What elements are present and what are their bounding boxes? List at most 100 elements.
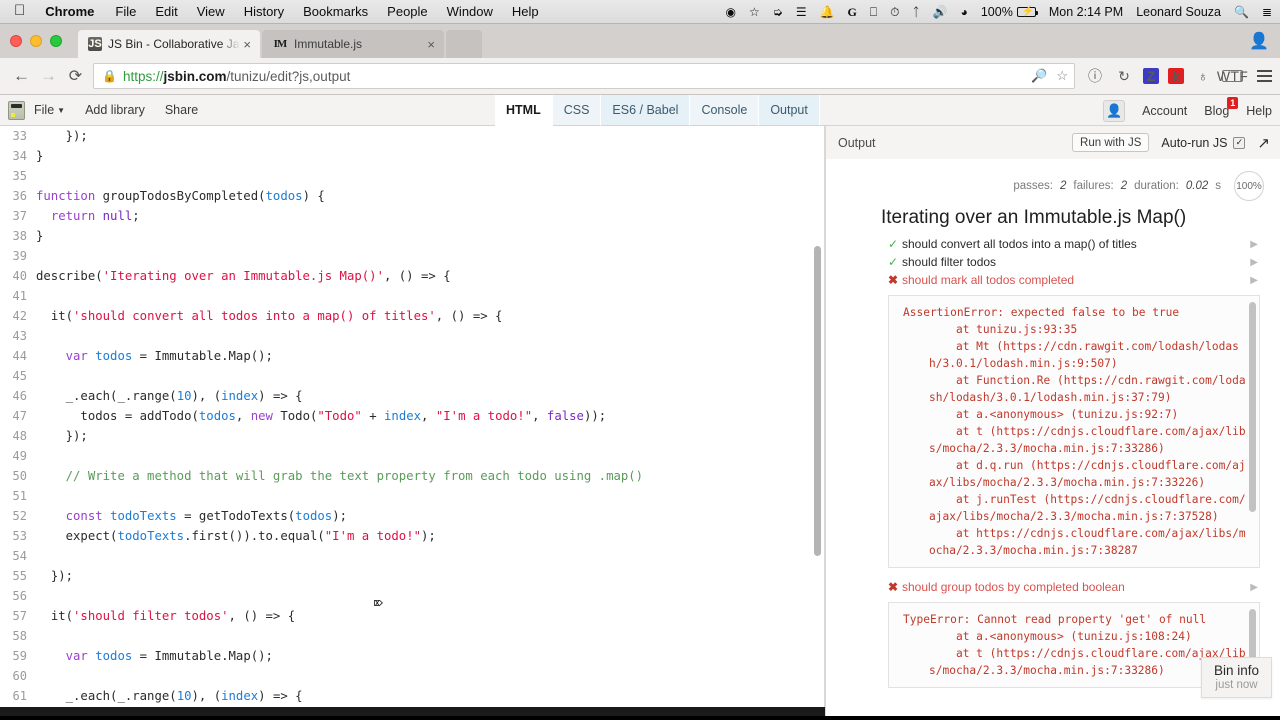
code-line[interactable]: 43 <box>0 326 825 346</box>
test-row[interactable]: ✖ should group todos by completed boolea… <box>826 578 1280 596</box>
send-icon[interactable]: ➭ <box>773 6 783 18</box>
file-menu[interactable]: File ▼ <box>34 103 65 117</box>
menu-item-chrome[interactable]: Chrome <box>45 4 94 19</box>
code-line[interactable]: 46 _.each(_.range(10), (index) => { <box>0 386 825 406</box>
info-extension-icon[interactable]: ⓘ <box>1085 66 1105 86</box>
code-line[interactable]: 59 var todos = Immutable.Map(); <box>0 646 825 666</box>
code-line[interactable]: 35 <box>0 166 825 186</box>
help-link[interactable]: Help <box>1246 104 1272 118</box>
menu-item-file[interactable]: File <box>115 4 136 19</box>
menu-item-people[interactable]: People <box>387 4 427 19</box>
battery-percent[interactable]: 100% <box>981 5 1013 19</box>
test-row[interactable]: ✓ should filter todos ▶ <box>826 253 1280 271</box>
refresh-extension-icon[interactable]: ↻ <box>1114 66 1134 86</box>
bin-info-popup[interactable]: Bin info just now <box>1200 657 1272 698</box>
code-line[interactable]: 56 <box>0 586 825 606</box>
code-line[interactable]: 48 }); <box>0 426 825 446</box>
menu-item-help[interactable]: Help <box>512 4 539 19</box>
code-line[interactable]: 49 <box>0 446 825 466</box>
timemachine-icon[interactable]: ⏱ <box>890 6 899 18</box>
code-line[interactable]: 51 <box>0 486 825 506</box>
bell-icon[interactable]: 🔔 <box>820 6 835 18</box>
code-line[interactable]: 52 const todoTexts = getTodoTexts(todos)… <box>0 506 825 526</box>
auto-run-checkbox[interactable]: ✓ <box>1233 136 1246 149</box>
zoom-out-icon[interactable]: 🔎 <box>1031 68 1047 84</box>
tab-css[interactable]: CSS <box>552 95 602 126</box>
expand-arrow-icon[interactable]: ↗ <box>1257 134 1270 152</box>
kickass-extension-icon[interactable]: k <box>1168 68 1184 84</box>
user-name[interactable]: Leonard Souza <box>1136 5 1221 19</box>
replay-icon[interactable]: ▶ <box>1250 239 1258 250</box>
address-bar[interactable]: 🔒 https:// jsbin.com /tunizu/edit?js,out… <box>93 63 1075 89</box>
tab-console[interactable]: Console <box>690 95 760 126</box>
menu-item-view[interactable]: View <box>197 4 225 19</box>
auto-run-js-toggle[interactable]: Auto-run JS ✓ <box>1161 136 1246 150</box>
wtf-extension-icon[interactable]: WTF <box>1217 68 1248 84</box>
wifi-icon[interactable]: ◕ <box>961 6 968 18</box>
grammarly-icon[interactable]: G <box>848 6 857 18</box>
replay-icon[interactable]: ▶ <box>1250 275 1258 286</box>
editor-scrollbar[interactable] <box>814 246 821 556</box>
back-button[interactable]: ← <box>8 63 35 90</box>
code-line[interactable]: 58 <box>0 626 825 646</box>
forward-button[interactable]: → <box>35 63 62 90</box>
menu-item-window[interactable]: Window <box>447 4 493 19</box>
account-link[interactable]: Account <box>1142 104 1187 118</box>
error-stack-box[interactable]: AssertionError: expected false to be tru… <box>888 295 1260 568</box>
add-library-button[interactable]: Add library <box>85 103 145 117</box>
bookmark-star-icon[interactable]: ☆ <box>1056 68 1068 84</box>
dropbox-icon[interactable]: ◉ <box>726 6 736 18</box>
blog-link[interactable]: Blog 1 <box>1204 96 1239 118</box>
ghostery-extension-icon[interactable]: ♁ <box>1193 66 1213 86</box>
code-line[interactable]: 40 describe('Iterating over an Immutable.… <box>0 266 825 286</box>
code-line[interactable]: 41 <box>0 286 825 306</box>
code-editor[interactable]: 33 }); 34} 35 36 function groupTodosByCompl… <box>0 126 825 716</box>
close-icon[interactable]: × <box>240 38 254 51</box>
code-line[interactable]: 60 <box>0 666 825 686</box>
browser-tab-immutable[interactable]: IM Immutable.js × <box>262 30 444 58</box>
star-icon[interactable]: ☆ <box>749 6 760 18</box>
close-icon[interactable]: × <box>424 38 438 51</box>
code-line[interactable]: 42 it('should convert all todos into a m… <box>0 306 825 326</box>
test-row[interactable]: ✖ should mark all todos completed ▶ <box>826 271 1280 289</box>
code-line[interactable]: 44 var todos = Immutable.Map(); <box>0 346 825 366</box>
menu-item-bookmarks[interactable]: Bookmarks <box>303 4 368 19</box>
jsbin-logo-icon[interactable] <box>8 100 25 120</box>
tab-es6-babel[interactable]: ES6 / Babel <box>601 95 691 126</box>
code-line[interactable]: 53 expect(todoTexts.first()).to.equal("I… <box>0 526 825 546</box>
code-line[interactable]: 54 <box>0 546 825 566</box>
user-avatar-icon[interactable]: 👤 <box>1103 99 1126 122</box>
replay-icon[interactable]: ▶ <box>1250 257 1258 268</box>
bluetooth-icon[interactable]: ᛏ <box>912 6 919 18</box>
menu-item-history[interactable]: History <box>244 4 284 19</box>
share-button[interactable]: Share <box>165 103 198 117</box>
code-line[interactable]: 45 <box>0 366 825 386</box>
minimize-window-button[interactable] <box>30 35 42 47</box>
zotero-extension-icon[interactable]: Z <box>1143 68 1159 84</box>
code-line[interactable]: 38} <box>0 226 825 246</box>
code-line[interactable]: 37 return null; <box>0 206 825 226</box>
volume-icon[interactable]: 🔊 <box>933 6 948 18</box>
menu-item-edit[interactable]: Edit <box>155 4 177 19</box>
chrome-menu-icon[interactable] <box>1257 70 1272 82</box>
apple-logo-icon[interactable]:  <box>14 3 25 18</box>
test-row[interactable]: ✓ should convert all todos into a map() … <box>826 235 1280 253</box>
replay-icon[interactable]: ▶ <box>1250 582 1258 593</box>
code-line[interactable]: 39 <box>0 246 825 266</box>
tab-html[interactable]: HTML <box>495 95 553 126</box>
profile-icon[interactable]: 👤 <box>1248 30 1270 52</box>
code-line[interactable]: 36 function groupTodosByCompleted(todos) … <box>0 186 825 206</box>
code-line[interactable]: 61 _.each(_.range(10), (index) => { <box>0 686 825 706</box>
stack-icon[interactable]: ☰ <box>796 6 807 18</box>
code-line[interactable]: 33 }); <box>0 126 825 146</box>
close-window-button[interactable] <box>10 35 22 47</box>
code-line[interactable]: 57 it('should filter todos', () => { <box>0 606 825 626</box>
code-line[interactable]: 47 todos = addTodo(todos, new Todo("Todo… <box>0 406 825 426</box>
run-with-js-button[interactable]: Run with JS <box>1072 133 1150 152</box>
tab-output[interactable]: Output <box>759 95 820 126</box>
clock[interactable]: Mon 2:14 PM <box>1049 5 1123 19</box>
maximize-window-button[interactable] <box>50 35 62 47</box>
error-box-scrollbar[interactable] <box>1249 302 1256 512</box>
notification-center-icon[interactable]: ≣ <box>1262 6 1272 18</box>
code-editor-panel[interactable]: 33 }); 34} 35 36 function groupTodosByCompl… <box>0 126 825 716</box>
